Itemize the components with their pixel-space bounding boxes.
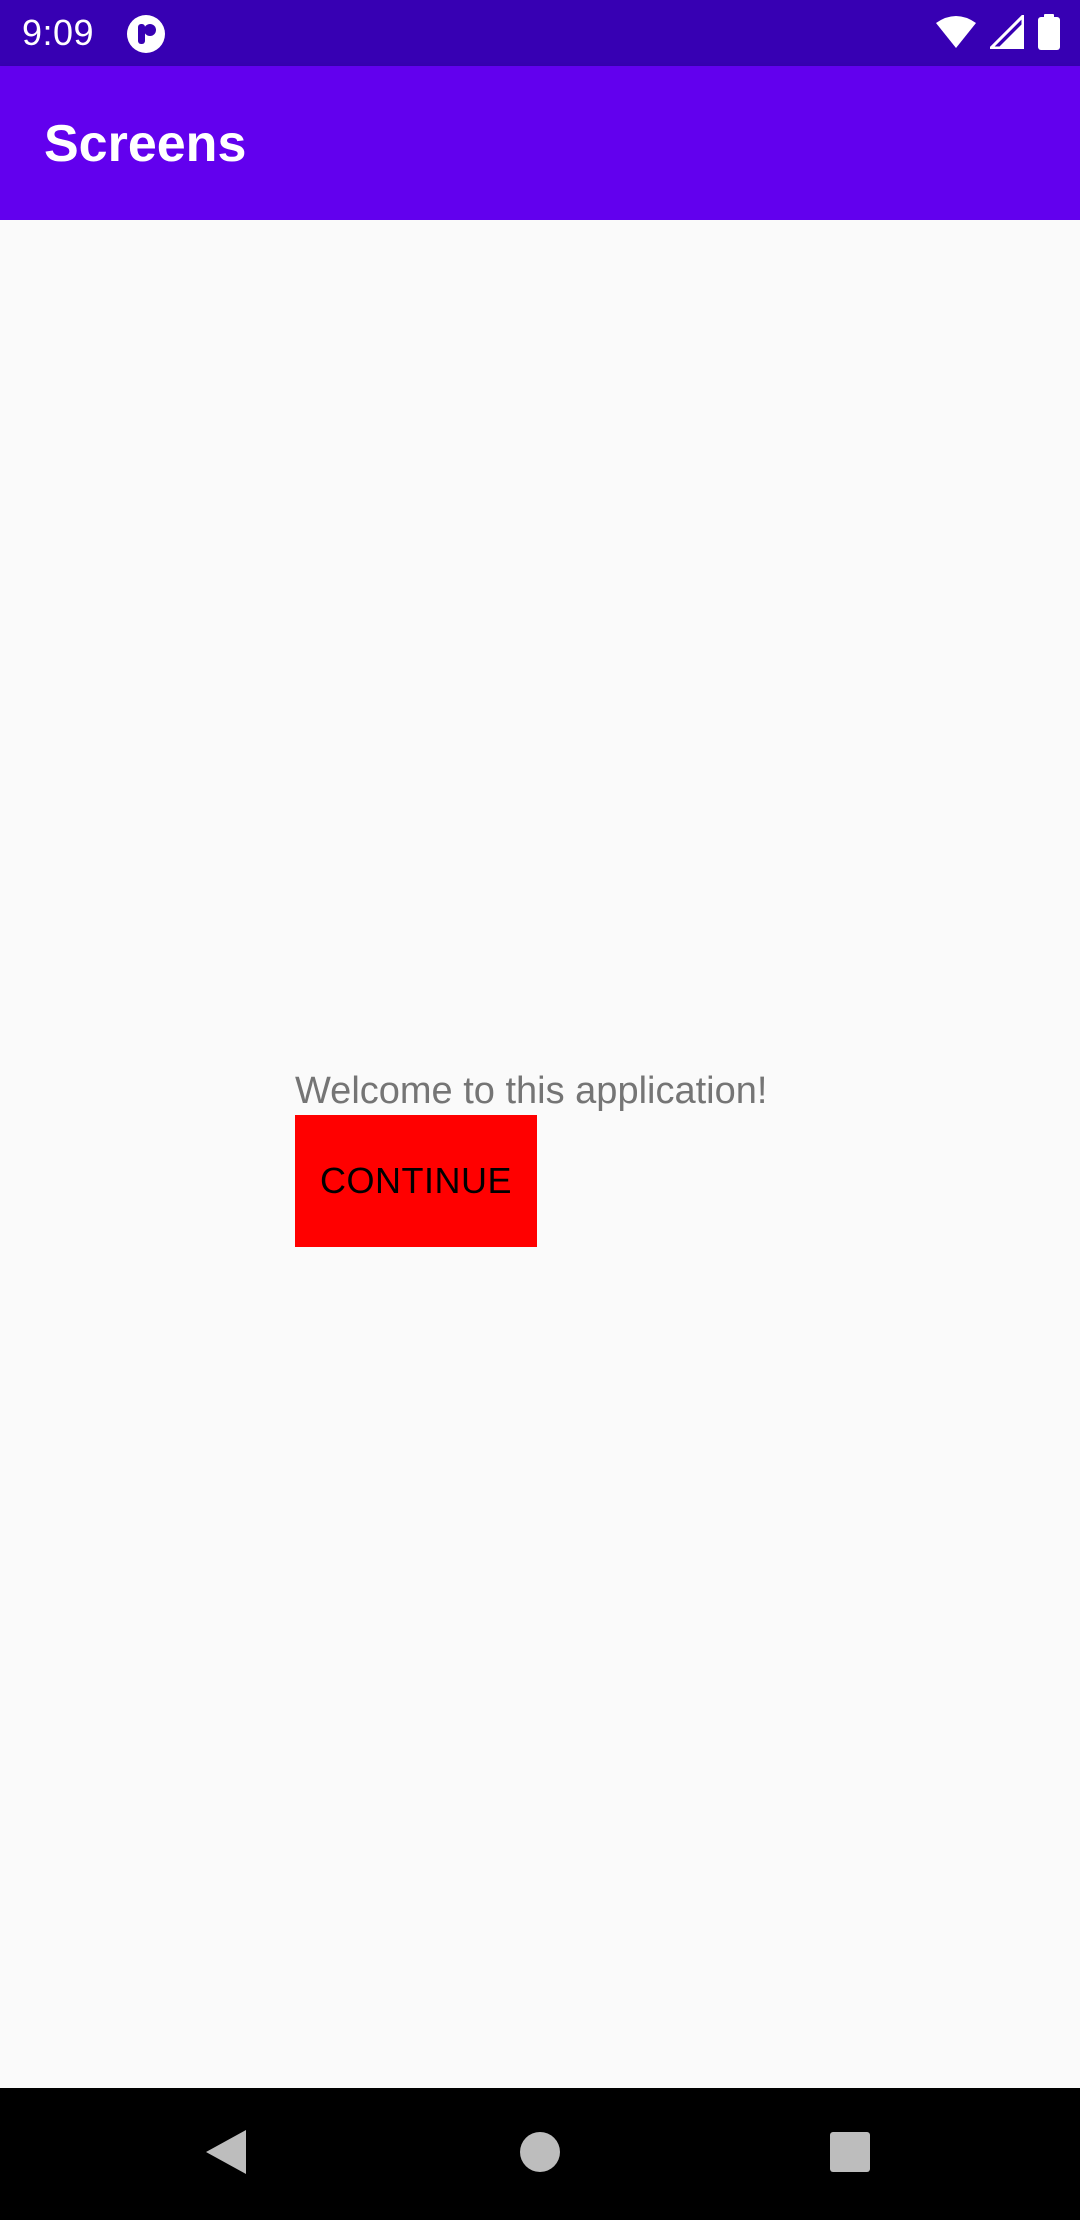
status-time: 9:09: [22, 12, 95, 53]
main-content: Welcome to this application! CONTINUE: [0, 220, 1080, 2088]
home-button[interactable]: [500, 2114, 580, 2194]
status-bar: 9:09: [0, 0, 1080, 66]
back-triangle-icon: [204, 2128, 248, 2181]
back-button[interactable]: [186, 2114, 266, 2194]
battery-icon: [1038, 13, 1060, 55]
notification-app-icon: [126, 14, 166, 54]
recents-button[interactable]: [810, 2114, 890, 2194]
welcome-text: Welcome to this application!: [295, 1070, 768, 1112]
status-icons: [936, 11, 1060, 55]
navigation-bar: [0, 2088, 1080, 2220]
home-circle-icon: [519, 2131, 561, 2178]
recents-square-icon: [829, 2131, 871, 2178]
app-bar: Screens: [0, 66, 1080, 220]
app-title: Screens: [44, 115, 247, 173]
wifi-icon: [936, 15, 976, 54]
cell-signal-icon: [987, 11, 1025, 54]
continue-button[interactable]: CONTINUE: [295, 1115, 537, 1247]
